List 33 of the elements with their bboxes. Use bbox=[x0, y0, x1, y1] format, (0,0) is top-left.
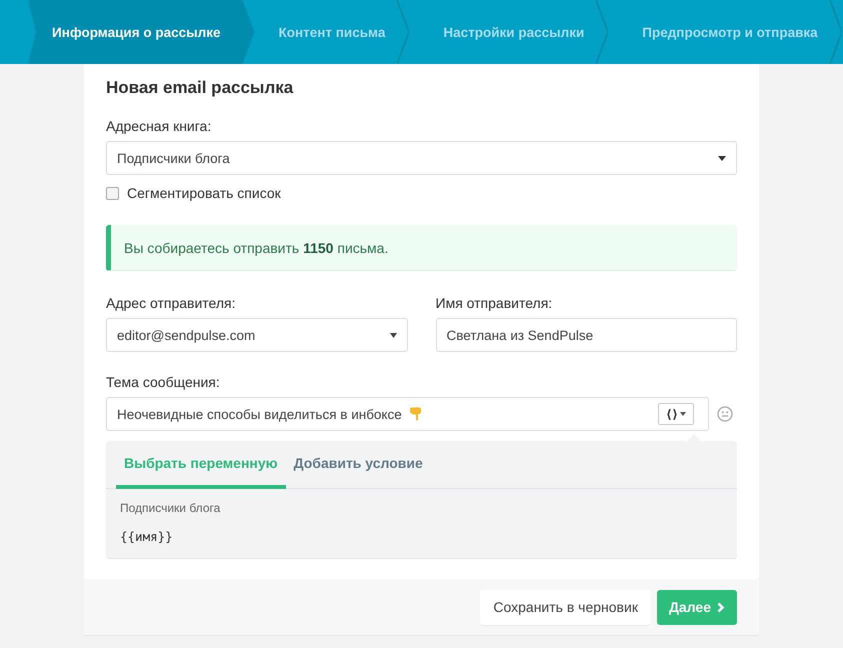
sender-name-field[interactable]: Светлана из SendPulse bbox=[436, 318, 737, 352]
variable-button[interactable] bbox=[658, 403, 694, 425]
caret-icon bbox=[718, 156, 726, 160]
pointing-hand-icon bbox=[408, 406, 424, 422]
wizard-step[interactable]: Контент письма bbox=[254, 0, 420, 64]
info-alert: Вы собираетесь отправить 1150 письма. bbox=[106, 225, 737, 271]
wizard-step[interactable]: Настройки рассылки bbox=[419, 0, 618, 64]
caret-icon bbox=[390, 332, 396, 338]
checkbox-label: Сегментировать список bbox=[127, 185, 281, 201]
chevron-right-icon bbox=[717, 602, 725, 612]
field-label: Тема сообщения: bbox=[106, 374, 221, 390]
emoji-icon[interactable] bbox=[717, 406, 733, 422]
variable-item[interactable]: {{имя}} bbox=[120, 529, 173, 544]
subject-field[interactable]: Неочевидные способы виделиться в инбоксе bbox=[106, 397, 709, 431]
step-divider bbox=[596, 0, 608, 64]
field-label: Адрес отправителя: bbox=[106, 295, 236, 311]
panel-tab[interactable]: Добавить условие bbox=[286, 441, 431, 489]
checkbox[interactable] bbox=[106, 186, 119, 200]
sender-address-select[interactable]: editor@sendpulse.com bbox=[106, 318, 408, 352]
field-label: Имя отправителя: bbox=[436, 295, 554, 311]
form-title: Новая email рассылка bbox=[106, 78, 294, 98]
address-book-select[interactable]: Подписчики блога bbox=[106, 141, 737, 175]
caret-icon bbox=[680, 412, 686, 416]
field-label: Адресная книга: bbox=[106, 118, 212, 134]
next-button[interactable]: Далее bbox=[656, 590, 737, 624]
step-divider bbox=[397, 0, 410, 64]
list-name: Подписчики блога bbox=[120, 501, 220, 515]
wizard-step[interactable]: Информация о рассылке bbox=[28, 0, 254, 64]
step-divider bbox=[830, 0, 842, 64]
braces-icon bbox=[666, 408, 676, 420]
panel-tab[interactable]: Выбрать переменную bbox=[116, 441, 286, 489]
wizard-step[interactable]: Предпросмотр и отправка bbox=[618, 0, 843, 64]
save-draft-button[interactable]: Сохранить в черновик bbox=[480, 590, 651, 624]
